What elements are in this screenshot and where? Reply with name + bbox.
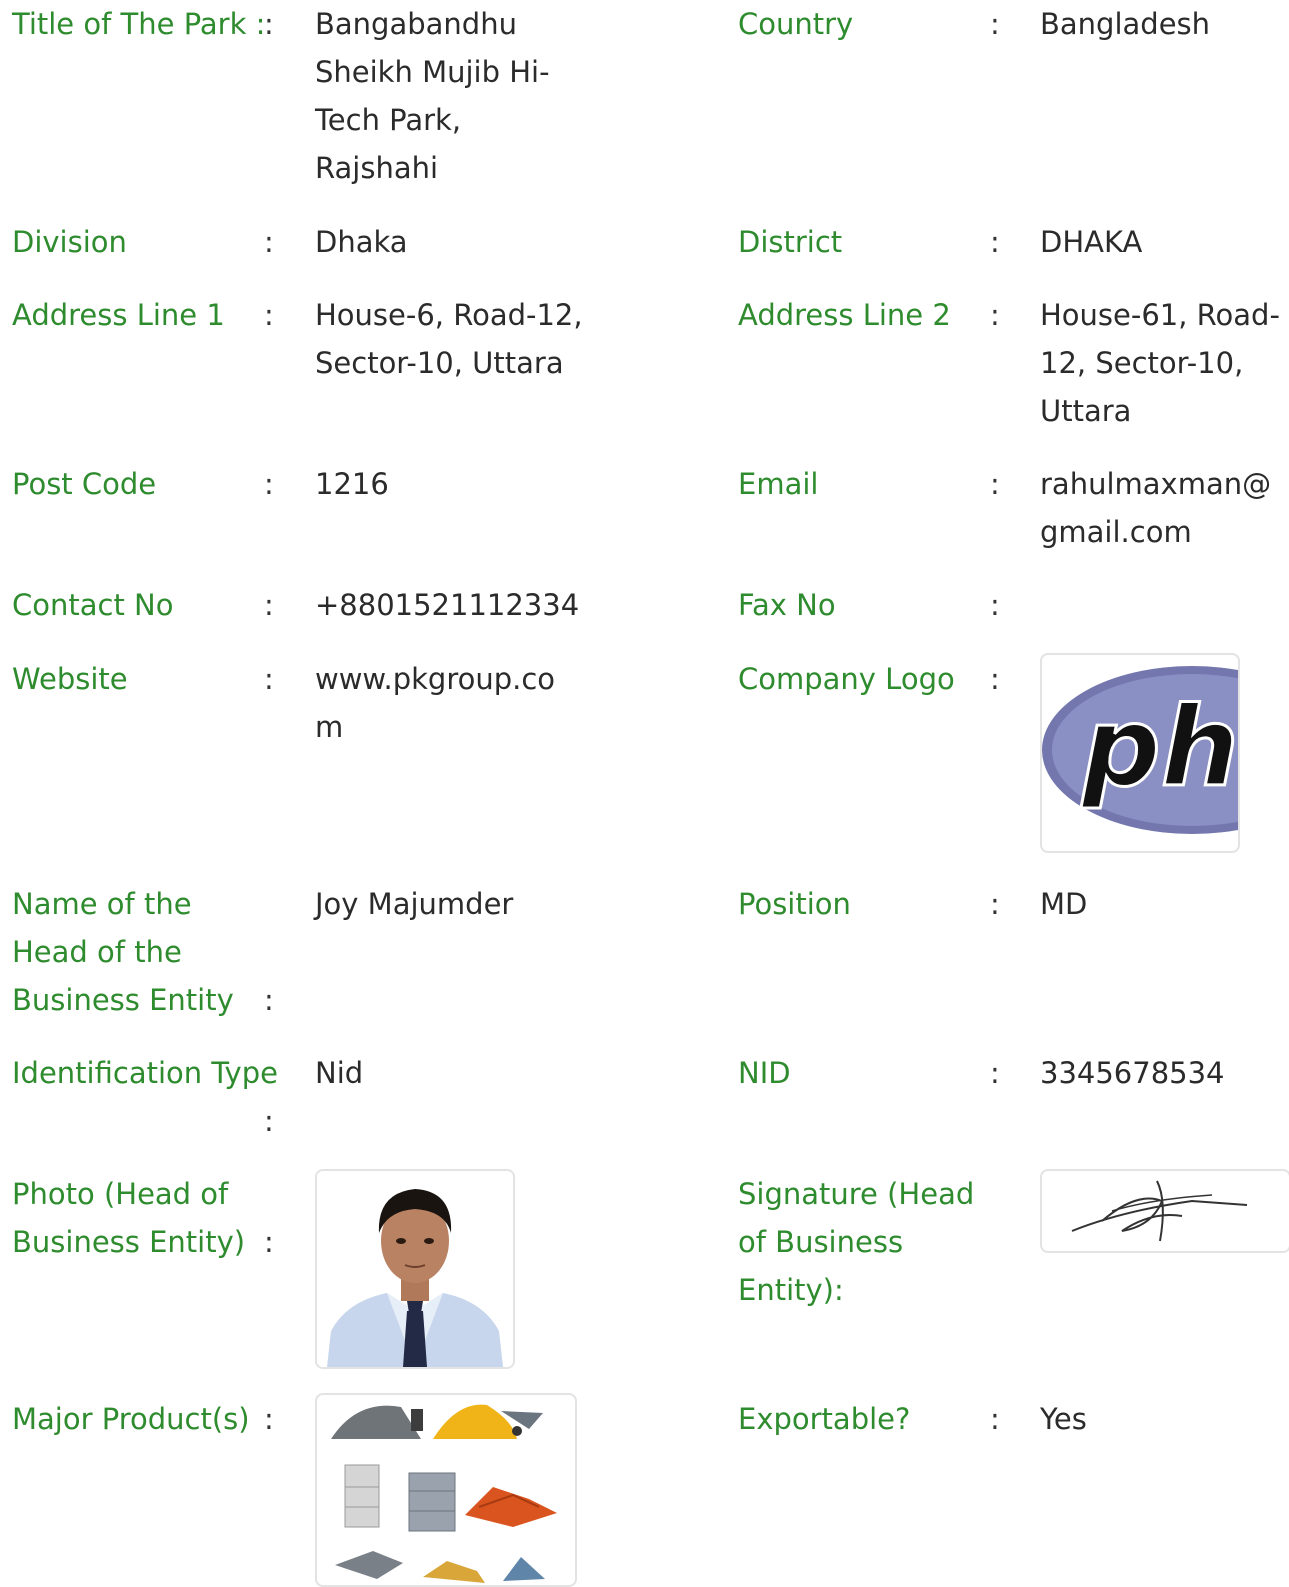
identification-type-value: Nid <box>315 1056 364 1090</box>
email-colon: : <box>990 467 1000 501</box>
position-label: Position <box>738 887 851 921</box>
company-logo-colon: : <box>990 662 1000 696</box>
head-name-label: Name of the Head of the Business Entity <box>12 887 234 1017</box>
title-of-park-label: Title of The Park : <box>12 7 266 41</box>
post-code-label: Post Code <box>12 467 157 501</box>
nid-label: NID <box>738 1056 791 1090</box>
district-label: District <box>738 225 843 259</box>
address-line-1-colon: : <box>264 298 274 332</box>
svg-text:ph: ph <box>1080 683 1238 811</box>
country-value: Bangladesh <box>1040 7 1211 41</box>
post-code-value: 1216 <box>315 467 389 501</box>
division-label: Division <box>12 225 127 259</box>
address-line-2-label: Address Line 2 <box>738 298 951 332</box>
php-logo-icon: ph <box>1042 666 1238 834</box>
website-value: www.pkgroup.com <box>315 662 556 744</box>
construction-materials-icon <box>331 1404 557 1583</box>
division-value: Dhaka <box>315 225 408 259</box>
country-label: Country <box>738 7 854 41</box>
district-value: DHAKA <box>1040 225 1143 259</box>
address-line-1-value: House-6, Road-12, Sector-10, Uttara <box>315 298 583 380</box>
major-products-colon: : <box>264 1402 274 1436</box>
country-colon: : <box>990 7 1000 41</box>
website-label: Website <box>12 662 128 696</box>
exportable-value: Yes <box>1040 1402 1087 1436</box>
position-colon: : <box>990 887 1000 921</box>
nid-colon: : <box>990 1056 1000 1090</box>
photo-head-label: Photo (Head of Business Entity) <box>12 1177 246 1259</box>
contact-no-value: +8801521112334 <box>315 588 580 622</box>
website-colon: : <box>264 662 274 696</box>
major-products-image <box>315 1393 577 1587</box>
position-value: MD <box>1040 887 1088 921</box>
contact-no-colon: : <box>264 588 274 622</box>
nid-value: 3345678534 <box>1040 1056 1225 1090</box>
head-name-colon: : <box>264 983 274 1017</box>
fax-no-colon: : <box>990 588 1000 622</box>
fax-no-label: Fax No <box>738 588 836 622</box>
identification-type-colon: : <box>264 1104 274 1138</box>
district-colon: : <box>990 225 1000 259</box>
signature-head-image <box>1040 1169 1289 1253</box>
company-logo-label: Company Logo <box>738 662 955 696</box>
head-name-value: Joy Majumder <box>315 887 514 921</box>
address-line-2-value: House-61, Road-12, Sector-10, Uttara <box>1040 298 1280 428</box>
address-line-1-label: Address Line 1 <box>12 298 225 332</box>
signature-icon <box>1071 1180 1248 1242</box>
signature-head-label: Signature (Head of Business Entity): <box>738 1177 975 1307</box>
exportable-label: Exportable? <box>738 1402 911 1436</box>
email-value: rahulmaxman@gmail.com <box>1040 467 1272 549</box>
identification-type-label: Identification Type <box>12 1056 278 1090</box>
exportable-colon: : <box>990 1402 1000 1436</box>
contact-no-label: Contact No <box>12 588 174 622</box>
title-of-park-value: Bangabandhu Sheikh Mujib Hi-Tech Park, R… <box>315 7 550 185</box>
major-products-label: Major Product(s) <box>12 1402 250 1436</box>
title-of-park-colon: : <box>264 7 274 41</box>
address-line-2-colon: : <box>990 298 1000 332</box>
photo-head-image <box>315 1169 515 1369</box>
photo-head-colon: : <box>264 1225 274 1259</box>
email-label: Email <box>738 467 819 501</box>
person-photo-icon <box>317 1171 513 1367</box>
division-colon: : <box>264 225 274 259</box>
post-code-colon: : <box>264 467 274 501</box>
company-logo-image: ph <box>1040 653 1240 853</box>
